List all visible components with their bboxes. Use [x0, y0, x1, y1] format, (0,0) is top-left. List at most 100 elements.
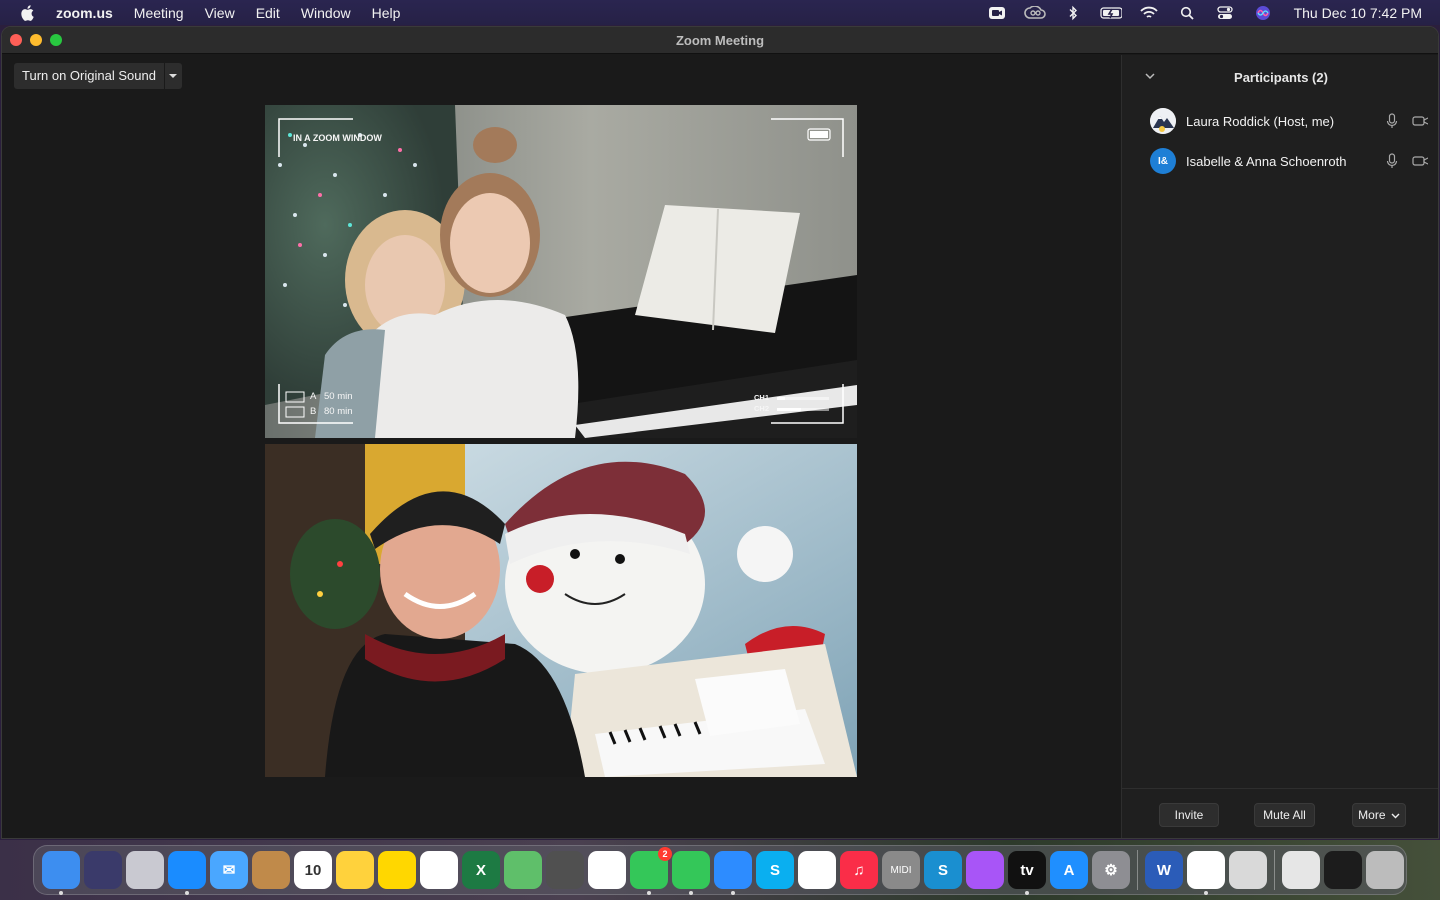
participant-name: Laura Roddick (Host, me) [1186, 113, 1335, 129]
avatar [1150, 108, 1176, 134]
invite-button[interactable]: Invite [1159, 803, 1219, 827]
midi-icon[interactable]: MIDI [882, 851, 920, 889]
messages-icon[interactable]: 2 [630, 847, 672, 895]
participant-name: Isabelle & Anna Schoenroth [1186, 153, 1347, 169]
participant-video-isabelle-anna[interactable]: IN A ZOOM WINDOW A 50 min B 80 min CH1 C… [265, 105, 857, 438]
preview-icon[interactable] [1229, 851, 1267, 889]
downloads-stack-icon[interactable] [1282, 851, 1320, 889]
chrome-icon[interactable] [1187, 851, 1225, 895]
maps-icon[interactable] [504, 851, 542, 889]
minimize-window-button[interactable] [30, 34, 42, 46]
video-camera-icon[interactable] [1412, 113, 1428, 129]
notes-icon[interactable] [336, 851, 374, 889]
mail-icon[interactable]: ✉ [210, 851, 248, 889]
menu-app-name[interactable]: zoom.us [56, 5, 123, 21]
video-hud-label: IN A ZOOM WINDOW [293, 133, 382, 143]
running-indicator [1025, 891, 1029, 895]
fullscreen-window-button[interactable] [50, 34, 62, 46]
menu-meeting[interactable]: Meeting [123, 5, 194, 21]
collapse-panel-chevron-icon[interactable] [1144, 69, 1158, 83]
dock-icon-glyph: ✉ [222, 862, 236, 879]
contacts-icon[interactable] [252, 851, 290, 889]
microphone-icon[interactable] [1384, 153, 1400, 169]
dock-separator [1274, 850, 1275, 890]
video-hud-frame [278, 118, 844, 424]
control-center-icon[interactable] [1214, 5, 1236, 21]
stickies-icon[interactable] [378, 851, 416, 889]
menu-clock[interactable]: Thu Dec 10 7:42 PM [1294, 5, 1422, 21]
running-indicator [731, 891, 735, 895]
original-sound-control: Turn on Original Sound [14, 63, 182, 89]
finder-icon[interactable] [42, 851, 80, 895]
system-preferences-icon[interactable]: ⚙ [1092, 851, 1130, 889]
appstore-icon[interactable]: A [1050, 851, 1088, 889]
running-indicator [185, 891, 189, 895]
menu-bar: zoom.us Meeting View Edit Window Help Th… [0, 0, 1440, 25]
bluetooth-icon[interactable] [1062, 5, 1084, 21]
participant-row[interactable]: Laura Roddick (Host, me) [1122, 101, 1438, 141]
calculator-icon[interactable] [546, 851, 584, 889]
menu-window[interactable]: Window [290, 5, 361, 21]
dock-icon-glyph: MIDI [890, 864, 912, 876]
original-sound-dropdown-icon[interactable] [163, 63, 182, 89]
reminders-icon[interactable] [420, 851, 458, 889]
launchpad-icon[interactable] [126, 851, 164, 889]
music-icon[interactable]: ♫ [840, 851, 878, 889]
menu-edit[interactable]: Edit [245, 5, 290, 21]
hud-b-value: 80 min [324, 406, 353, 417]
photos-icon[interactable] [588, 851, 626, 889]
avatar: I& [1150, 148, 1176, 174]
safari-icon[interactable] [168, 851, 206, 895]
mute-all-button[interactable]: Mute All [1254, 803, 1315, 827]
trash-icon[interactable] [1366, 851, 1404, 889]
hud-b-label: B [310, 406, 317, 417]
running-indicator [59, 891, 63, 895]
participants-header: Participants (2) [1122, 55, 1438, 99]
zoom-icon[interactable] [714, 851, 752, 895]
facetime-icon[interactable] [672, 851, 710, 895]
participant-video-laura[interactable] [265, 444, 857, 777]
siri-app-icon[interactable] [84, 851, 122, 889]
notification-badge: 2 [658, 847, 672, 861]
chevron-down-icon [1391, 813, 1400, 819]
zoom-window: Zoom Meeting Turn on Original Sound IN A… [1, 26, 1439, 839]
skype-icon[interactable]: S [756, 851, 794, 889]
menu-view[interactable]: View [194, 5, 245, 21]
recent-window-icon[interactable] [1324, 851, 1362, 889]
participant-row[interactable]: I& Isabelle & Anna Schoenroth [1122, 141, 1438, 181]
meeting-video-area: Turn on Original Sound IN A ZOOM WINDOW … [2, 55, 1121, 838]
simplenote-icon[interactable]: S [924, 851, 962, 889]
battery-icon[interactable] [1099, 5, 1122, 21]
podcasts-icon[interactable] [966, 851, 1004, 889]
word-icon[interactable]: W [1145, 851, 1183, 889]
dock-icon-glyph: X [475, 861, 486, 879]
hud-ch2-label: CH2 [754, 404, 770, 413]
dock: ✉ 10 X 2 S ♫ MIDI Stv A ⚙ W [33, 845, 1407, 895]
creative-cloud-icon[interactable] [1023, 5, 1046, 21]
dock-icon-glyph: ⚙ [1104, 862, 1118, 879]
apple-menu-icon[interactable] [20, 4, 38, 22]
participants-footer: Invite Mute All More [1122, 788, 1438, 838]
zoom-camera-icon[interactable] [986, 5, 1008, 21]
wifi-icon[interactable] [1138, 5, 1160, 21]
original-sound-button[interactable]: Turn on Original Sound [14, 63, 164, 89]
microphone-icon[interactable] [1384, 113, 1400, 129]
hud-a-value: 50 min [324, 391, 353, 402]
close-window-button[interactable] [10, 34, 22, 46]
dock-separator [1137, 850, 1138, 890]
spotlight-icon[interactable] [1176, 5, 1198, 21]
excel-icon[interactable]: X [462, 851, 500, 889]
dock-icon-glyph: 10 [304, 861, 322, 879]
siri-icon[interactable] [1252, 5, 1274, 21]
dock-icon-glyph: tv [1020, 861, 1034, 879]
more-button[interactable]: More [1352, 803, 1406, 827]
news-icon[interactable] [798, 851, 836, 889]
menu-help[interactable]: Help [361, 5, 411, 21]
more-button-label: More [1358, 808, 1386, 822]
running-indicator [689, 891, 693, 895]
calendar-icon[interactable]: 10 [294, 851, 332, 889]
dock-icon-glyph: S [937, 861, 948, 879]
video-camera-icon[interactable] [1412, 153, 1428, 169]
appletv-icon[interactable]: tv [1008, 851, 1046, 895]
participants-title: Participants (2) [1234, 69, 1328, 85]
